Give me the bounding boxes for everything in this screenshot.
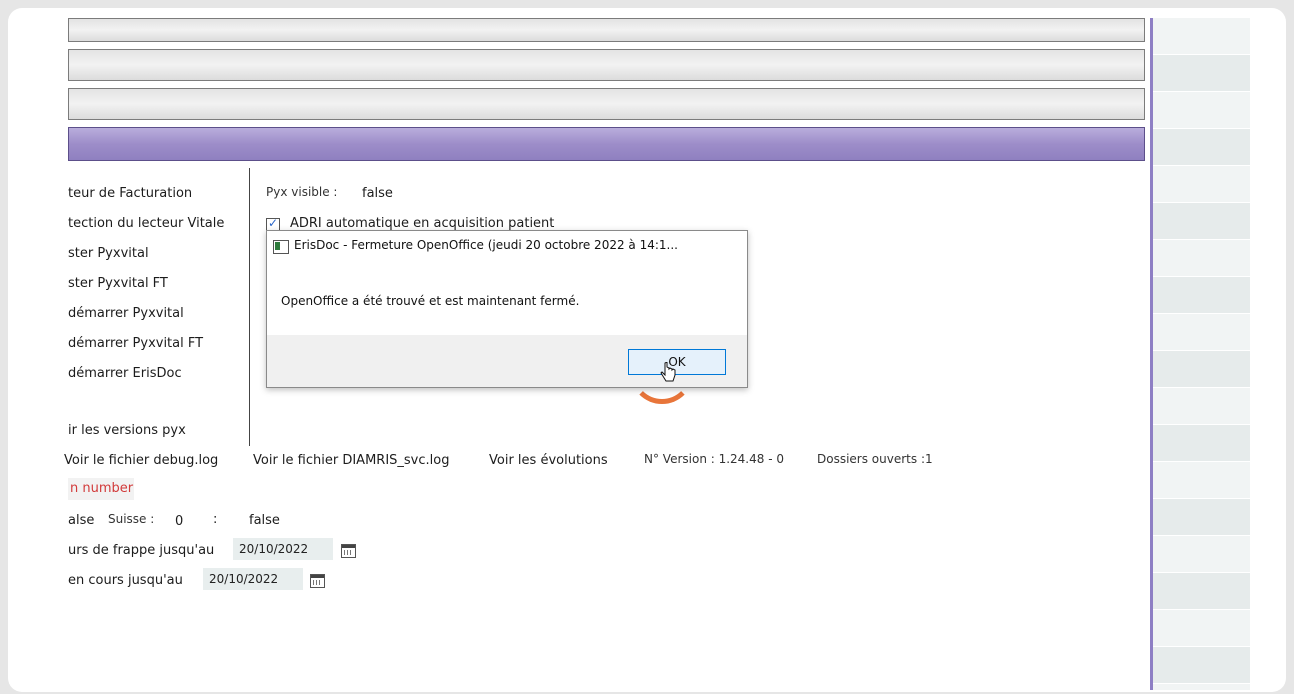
openoffice-dialog: ErisDoc - Fermeture OpenOffice (jeudi 20… — [266, 230, 748, 388]
right-panel — [1153, 18, 1250, 690]
suisse-label: Suisse : — [108, 512, 155, 526]
calendar-icon[interactable] — [310, 574, 325, 588]
section-bar-3[interactable] — [68, 88, 1145, 120]
section-bar-1[interactable] — [68, 18, 1145, 42]
cours-date-field[interactable]: 20/10/2022 — [203, 568, 303, 590]
pyx-visible-value: false — [362, 186, 393, 201]
dialog-titlebar[interactable]: ErisDoc - Fermeture OpenOffice (jeudi 20… — [267, 231, 747, 261]
suisse-value: 0 — [175, 514, 184, 529]
link-evolutions[interactable]: Voir les évolutions — [489, 453, 608, 468]
mouse-pointer-icon — [660, 362, 676, 382]
label-tester-pyxvital-ft: ster Pyxvital FT — [68, 276, 168, 291]
dialog-footer: OK — [267, 335, 747, 387]
section-bar-2[interactable] — [68, 49, 1145, 81]
label-redemarrer-pyxvital-ft[interactable]: démarrer Pyxvital FT — [68, 336, 203, 351]
dialog-title: ErisDoc - Fermeture OpenOffice (jeudi 20… — [294, 238, 678, 252]
label-redemarrer-erisdoc[interactable]: démarrer ErisDoc — [68, 366, 182, 381]
suisse-value-2: false — [249, 513, 280, 528]
version-text: N° Version : 1.24.48 - 0 — [644, 452, 784, 466]
screenshot-frame: teur de Facturation tection du lecteur V… — [8, 8, 1286, 692]
frappe-date-field[interactable]: 20/10/2022 — [233, 538, 333, 560]
label-lecteur-facturation: teur de Facturation — [68, 186, 193, 201]
link-debug-log[interactable]: Voir le fichier debug.log — [64, 453, 218, 468]
label-detection-lecteur-vitale: tection du lecteur Vitale — [68, 216, 225, 231]
frappe-label: urs de frappe jusqu'au — [68, 543, 215, 558]
cours-label: en cours jusqu'au — [68, 573, 183, 588]
calendar-icon[interactable] — [341, 544, 356, 558]
label-redemarrer-pyxvital[interactable]: démarrer Pyxvital — [68, 306, 184, 321]
suisse-colon: : — [213, 512, 218, 527]
suisse-prefix: alse — [68, 513, 95, 528]
app-window: teur de Facturation tection du lecteur V… — [18, 18, 1250, 690]
adri-label: ADRI automatique en acquisition patient — [290, 216, 555, 231]
dossiers-ouverts-text: Dossiers ouverts :1 — [817, 452, 933, 466]
app-window-icon — [273, 240, 289, 254]
column-separator — [249, 168, 250, 446]
section-bar-active[interactable] — [68, 127, 1145, 161]
error-message: n number — [68, 478, 134, 500]
link-diamris-log[interactable]: Voir le fichier DIAMRIS_svc.log — [253, 453, 449, 468]
link-voir-versions-pyx[interactable]: ir les versions pyx — [68, 423, 186, 438]
ok-button[interactable]: OK — [628, 349, 726, 375]
label-tester-pyxvital: ster Pyxvital — [68, 246, 149, 261]
pyx-visible-label: Pyx visible : — [266, 185, 338, 199]
dialog-message: OpenOffice a été trouvé et est maintenan… — [281, 294, 580, 308]
